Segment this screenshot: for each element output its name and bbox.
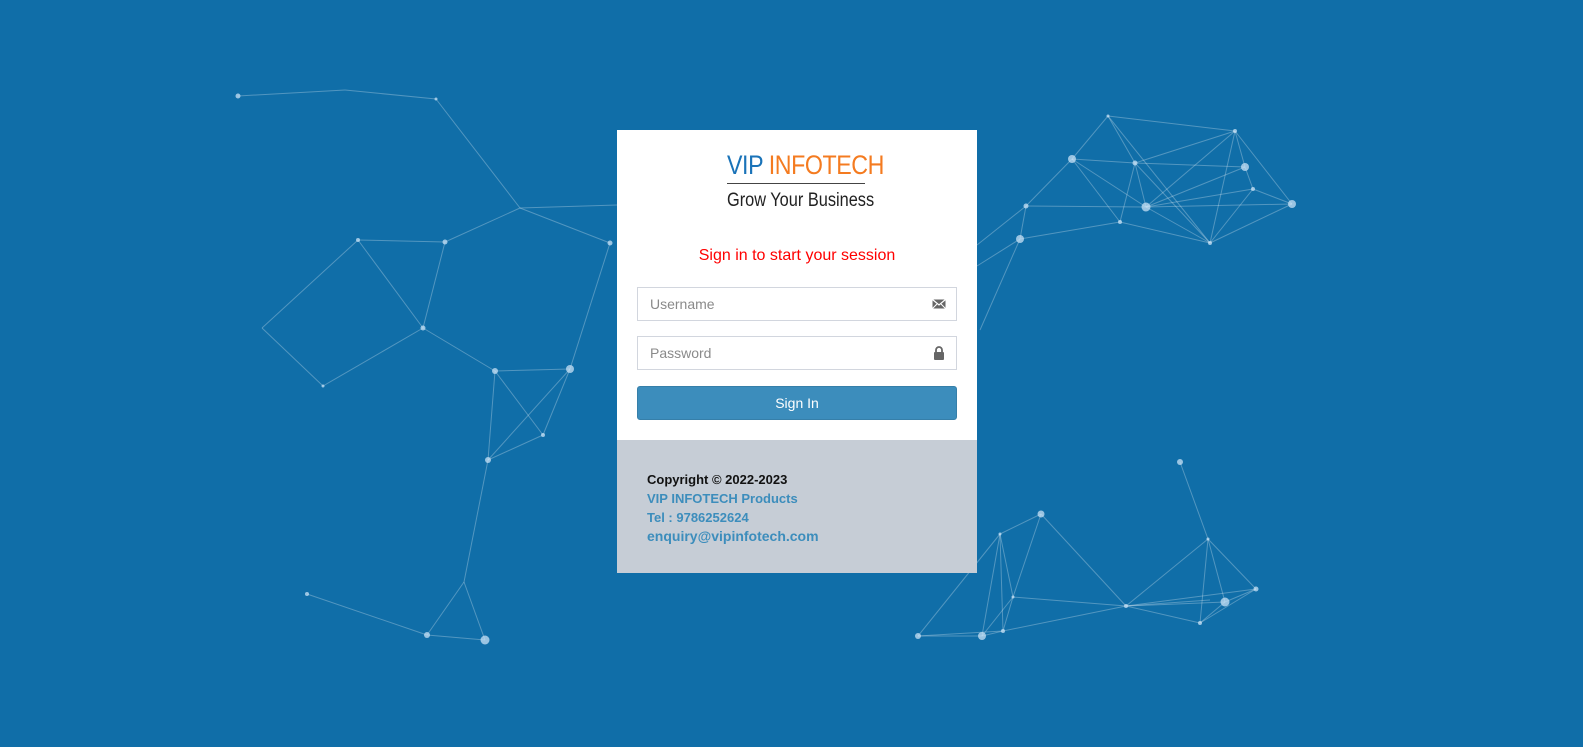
copyright-text: Copyright © 2022-2023	[647, 472, 788, 487]
login-message: Sign in to start your session	[698, 247, 896, 264]
envelope-icon	[932, 299, 946, 309]
logo-name-infotech: INFOTECH	[768, 150, 885, 180]
logo-name: VIP INFOTECH	[727, 150, 884, 180]
logo-tagline: Grow Your Business	[727, 190, 875, 211]
login-footer: Copyright © 2022-2023 VIP INFOTECH Produ…	[617, 440, 977, 573]
company-logo: VIP INFOTECH Grow Your Business	[727, 150, 884, 213]
logo-name-vip: VIP	[727, 150, 763, 180]
password-field-group	[637, 336, 957, 370]
username-field-group	[637, 287, 957, 321]
password-input[interactable]	[637, 336, 957, 370]
products-link[interactable]: VIP INFOTECH Products	[647, 489, 947, 508]
logo-divider	[727, 183, 865, 184]
email-link[interactable]: enquiry@vipinfotech.com	[647, 527, 947, 546]
login-form: Sign In	[637, 287, 957, 420]
username-input[interactable]	[637, 287, 957, 321]
login-box: VIP INFOTECH Grow Your Business Sign in …	[617, 130, 977, 573]
sign-in-button[interactable]: Sign In	[637, 386, 957, 420]
phone-link[interactable]: Tel : 9786252624	[647, 508, 947, 527]
login-panel: VIP INFOTECH Grow Your Business Sign in …	[617, 130, 977, 440]
lock-icon	[934, 346, 944, 360]
